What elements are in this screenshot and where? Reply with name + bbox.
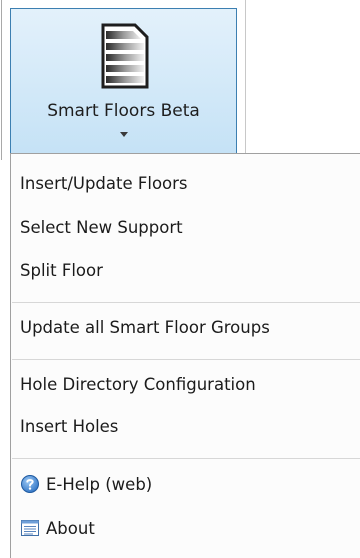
help-icon <box>21 474 39 493</box>
smart-floors-ribbon-button[interactable]: Smart Floors Beta <box>10 8 237 154</box>
menu-item-label: About <box>46 519 95 538</box>
about-window-icon <box>21 519 39 536</box>
menu-item-split-floor[interactable]: Split Floor <box>11 252 360 290</box>
floors-stack-icon <box>101 23 149 89</box>
ribbon-button-label: Smart Floors Beta <box>47 101 200 121</box>
menu-item-e-help[interactable]: E-Help (web) <box>11 466 360 504</box>
menu-item-about[interactable]: About <box>11 510 360 548</box>
menu-item-label: E-Help (web) <box>46 475 153 494</box>
menu-item-label: Select New Support <box>20 218 183 237</box>
menu-item-label: Split Floor <box>20 261 103 280</box>
menu-item-label: Update all Smart Floor Groups <box>20 318 270 337</box>
menu-item-label: Insert Holes <box>20 417 119 436</box>
menu-separator <box>12 359 360 360</box>
page: Smart Floors Beta Insert/Update Floors S… <box>0 0 360 558</box>
menu-item-insert-update-floors[interactable]: Insert/Update Floors <box>11 165 360 203</box>
menu-item-label: Hole Directory Configuration <box>20 375 256 394</box>
menu-item-update-smart-floor-groups[interactable]: Update all Smart Floor Groups <box>11 309 360 347</box>
ribbon-group-divider-right <box>245 0 246 160</box>
ribbon-group-divider <box>1 0 2 160</box>
menu-item-hole-directory-configuration[interactable]: Hole Directory Configuration <box>11 366 360 404</box>
dropdown-arrow-icon <box>119 132 128 137</box>
menu-item-select-new-support[interactable]: Select New Support <box>11 209 360 247</box>
menu-item-label: Insert/Update Floors <box>20 174 188 193</box>
menu-separator <box>12 458 360 459</box>
menu-separator <box>12 302 360 303</box>
dropdown-menu: Insert/Update Floors Select New Support … <box>10 153 360 558</box>
menu-item-insert-holes[interactable]: Insert Holes <box>11 408 360 446</box>
